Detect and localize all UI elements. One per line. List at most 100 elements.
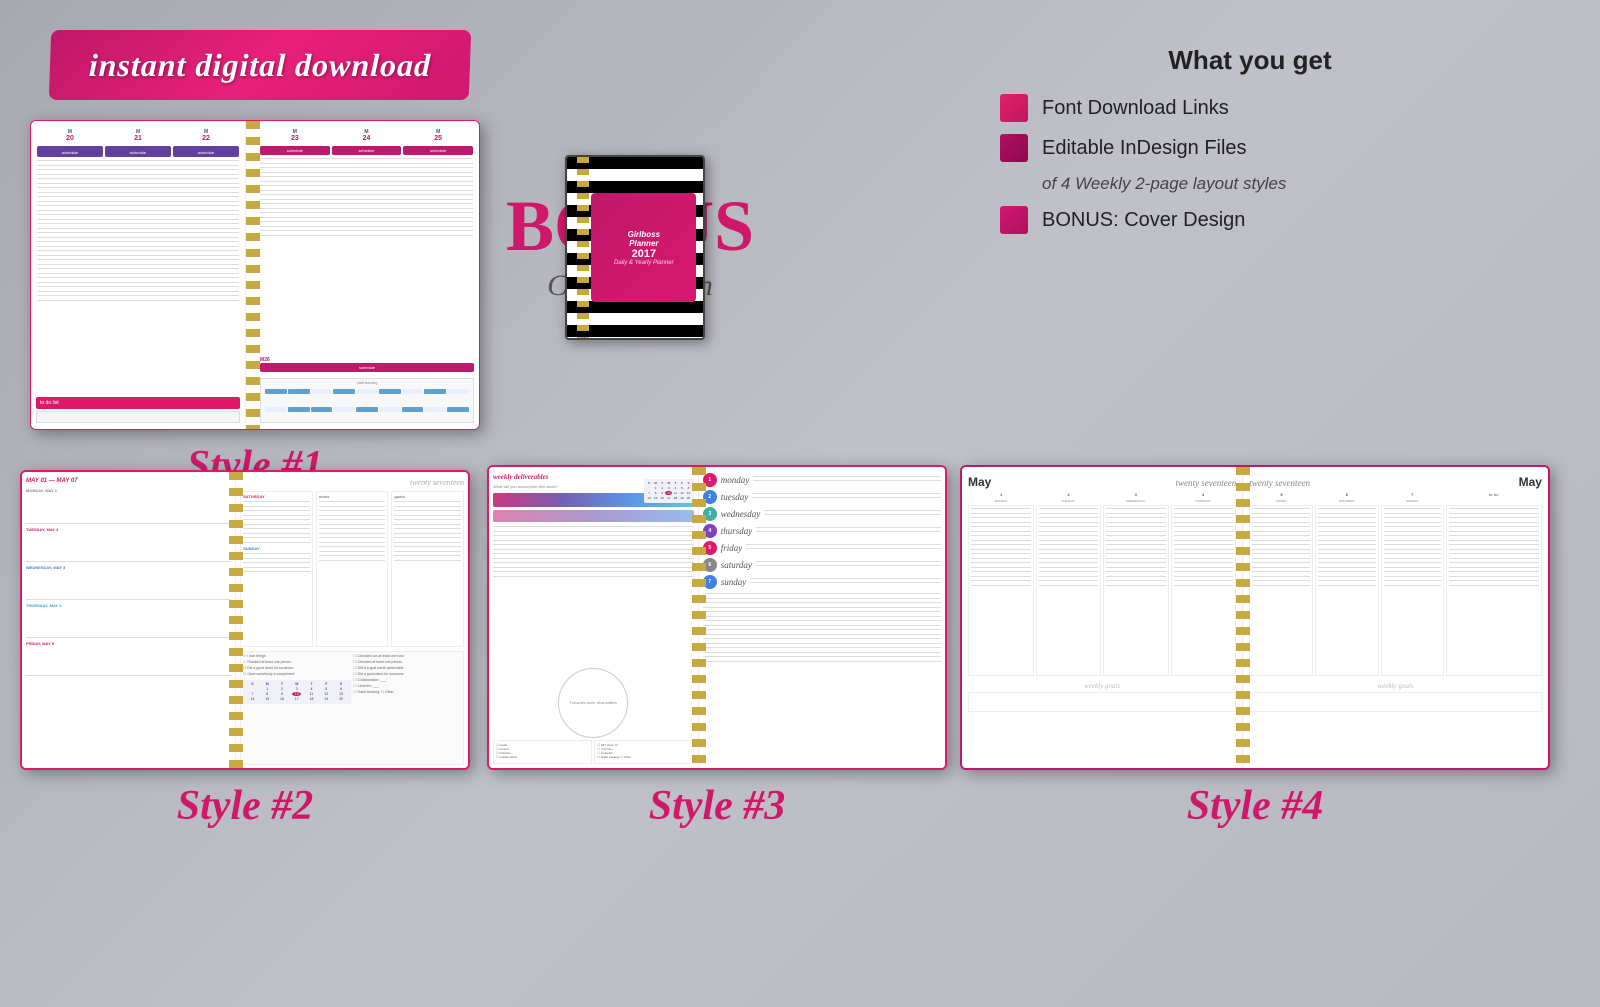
style4-month-left: May [968,475,991,489]
style3-label-wrap: Style #3 [487,782,947,830]
style4-day-col4 [1171,505,1237,676]
style4-right-day-col1 [1249,505,1313,676]
style3-thursday: 4 thursday [703,524,941,538]
style2-label-wrap: Style #2 [20,782,470,830]
style4-label-wrap: Style #4 [960,782,1550,830]
style4-book: May twenty seventeen 1 2 3 4 MONDAY TUES… [960,465,1550,770]
style2-checklist-col1: ✓ I love things ✓ Thanked at least one p… [243,654,350,762]
style4-label: Style #4 [1187,783,1323,829]
style4-day-col1 [968,505,1034,676]
style3-label: Style #3 [649,783,785,829]
feature-sub-text: of 4 Weekly 2-page layout styles [1042,174,1500,194]
style2-wednesday-space [26,572,231,600]
style4-goals-label-right: weekly goals [1249,682,1542,690]
style1-right-day-headers: M23 M24 M25 [260,129,473,142]
style4-right-daynames: FRIDAY SATURDAY SUNDAY [1249,499,1542,503]
feature-item-3: BONUS: Cover Design [1000,206,1500,234]
bonus-book-title: Girlboss [628,230,660,239]
style3-spiral [692,467,706,768]
style2-book: MAY 01 — MAY 07 MONDAY, MAY 1 TUESDAY, M… [20,470,470,770]
style3-bar2 [493,510,694,522]
style4-day-col2 [1036,505,1102,676]
style4-cal-header-left: May twenty seventeen [968,475,1236,489]
style3-right-extra-lines [703,593,941,661]
style4-right-day-col3 [1381,505,1445,676]
style2-spiral [229,472,243,768]
style2-right-page: twenty seventeen SATURDAY SUNDAY notes [236,472,468,768]
feature-icon-2 [1000,134,1028,162]
style4-cal-daynames: MONDAY TUESDAY WEDNESDAY THURSDAY [968,499,1236,503]
style4-goals-box-right [1249,692,1542,712]
style1-right-page: M23 M24 M25 schedule schedule schedule M… [246,121,479,429]
style3-wednesday: 3 wednesday [703,507,941,521]
style3-monday: 1 monday [703,473,941,487]
bonus-book-stripes: Girlboss Planner 2017 Daily & Yearly Pla… [567,157,703,338]
style3-bottom-checklist: ☐ Goals ☐ Fitness ☐ Nutrition ☐ Collabor… [493,740,694,764]
style4-goals-label-left: weekly goals [968,682,1236,690]
style2-thursday-label: THURSDAY, MAY 4 [26,603,231,608]
style2-left-page: MAY 01 — MAY 07 MONDAY, MAY 1 TUESDAY, M… [22,472,236,768]
style3-right-page: 1 monday 2 tuesday 3 wednesday 4 thursda… [699,467,945,768]
bonus-book-tagline: Daily & Yearly Planner [614,260,674,266]
style1-day-headers: M20 M21 M22 [37,129,239,142]
feature-item-2: Editable InDesign Files [1000,134,1500,162]
style2-tuesday-space [26,534,231,562]
style2-wednesday-label: WEDNESDAY, MAY 3 [26,565,231,570]
style1-book: M20 M21 M22 schedule schedule schedule [30,120,480,430]
style2-tuesday-label: TUESDAY, MAY 2 [26,527,231,532]
style3-friday: 5 friday [703,541,941,555]
what-you-get-section: What you get Font Download Links Editabl… [1000,45,1500,246]
style4-wrapper: May twenty seventeen 1 2 3 4 MONDAY TUES… [960,465,1550,830]
spiral-binding [246,121,260,429]
style2-friday-space [26,648,231,676]
style4-day-columns [968,505,1236,676]
style2-header-date: MAY 01 — MAY 07 [26,478,231,484]
feature-text-1: Font Download Links [1042,97,1229,120]
tracker-bottom: habit tracking [260,378,474,423]
banner-text: instant digital download [88,47,432,84]
style3-saturday: 6 saturday [703,558,941,572]
style2-right-title: twenty seventeen [240,478,464,487]
style4-right-page: twenty seventeen May 5 6 7 to do FRIDAY … [1243,467,1548,768]
bottom-area-left [36,411,240,423]
style2-monday-space [26,496,231,524]
style2-thursday-space [26,610,231,638]
style3-left-page: weekly deliverables What will you accomp… [489,467,699,768]
style4-goals-box-left [968,692,1236,712]
style4-year-left: twenty seventeen [1176,478,1237,488]
style3-wrapper: weekly deliverables What will you accomp… [487,465,947,830]
style4-right-days-header: 5 6 7 to do [1249,492,1542,497]
style4-year-right: twenty seventeen [1249,478,1310,488]
style4-cal-header-right: twenty seventeen May [1249,475,1542,489]
style2-label: Style #2 [177,783,313,829]
bonus-book: Girlboss Planner 2017 Daily & Yearly Pla… [565,155,705,340]
style1-left-page: M20 M21 M22 schedule schedule schedule [31,121,246,429]
style2-checklist: ✓ I love things ✓ Thanked at least one p… [240,651,464,765]
style2-checklist-col2: ☐ Checked out at least one hour ☐ Checke… [354,654,461,762]
feature-icon-1 [1000,94,1028,122]
m26-section: M26 schedule [260,357,474,374]
bonus-book-year: 2017 [632,248,656,260]
feature-text-2: Editable InDesign Files [1042,137,1247,160]
feature-text-3: BONUS: Cover Design [1042,209,1245,232]
style4-spiral [1236,467,1250,768]
todo-bar: to do list [36,397,240,409]
style2-col2: notes [316,491,389,647]
style3-focus-circle: Focus this week: what matters [558,668,628,738]
what-you-get-title: What you get [1000,45,1500,76]
style4-month-right: May [1519,475,1542,489]
style3-mini-cal: SMTWTFS 123456 78910111213 1415161718192… [644,475,694,503]
bonus-book-spine [577,157,589,338]
style2-friday-label: FRIDAY, MAY 5 [26,641,231,646]
style2-mini-cal: SMTWTFS 123456 78910111213 1415161718192… [243,680,350,704]
style4-right-day-columns [1249,505,1542,676]
style4-left-page: May twenty seventeen 1 2 3 4 MONDAY TUES… [962,467,1243,768]
feature-icon-3 [1000,206,1028,234]
banner: instant digital download [49,30,471,100]
style4-todo-col [1446,505,1542,676]
style3-tuesday: 2 tuesday [703,490,941,504]
style2-columns: SATURDAY SUNDAY notes [240,491,464,647]
style4-cal-days-header: 1 2 3 4 [968,492,1236,497]
style4-right-day-col2 [1315,505,1379,676]
bonus-book-overlay: Girlboss Planner 2017 Daily & Yearly Pla… [591,193,696,302]
